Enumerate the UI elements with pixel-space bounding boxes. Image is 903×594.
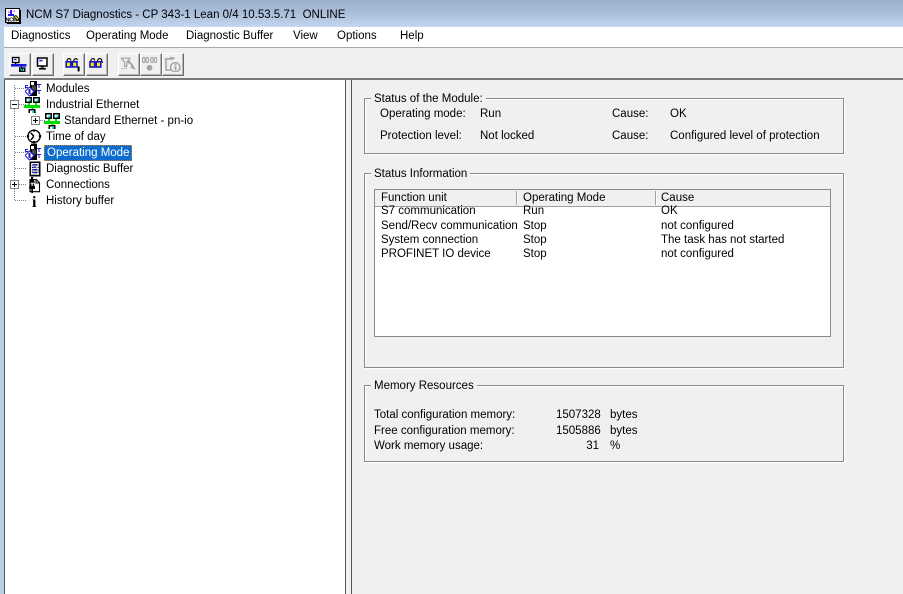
svg-text:i: i (32, 194, 37, 209)
